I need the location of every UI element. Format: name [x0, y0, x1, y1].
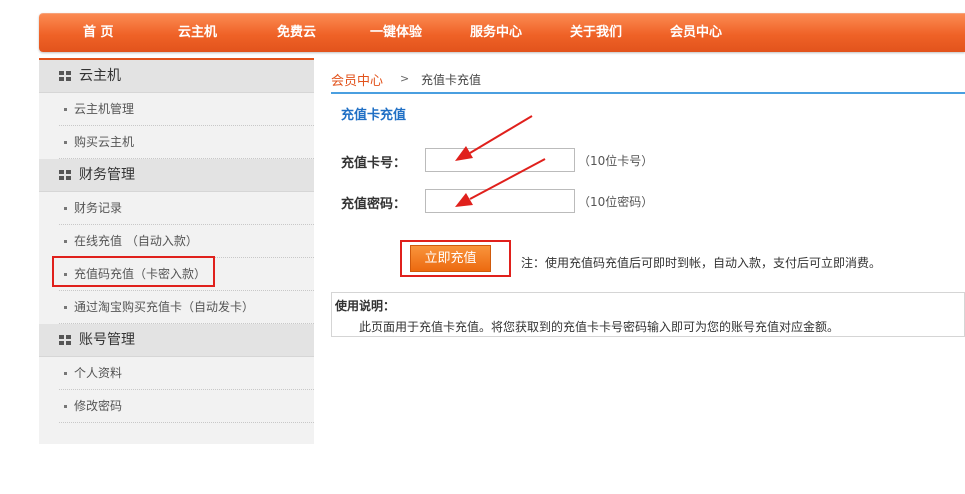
- sidebar-item-buy-cloud-host[interactable]: 购买云主机: [59, 126, 314, 159]
- sidebar-group-label: 财务管理: [79, 167, 135, 183]
- breadcrumb-home-link[interactable]: 会员中心: [331, 70, 383, 89]
- top-navigation: 首 页 云主机 免费云 一键体验 服务中心 关于我们 会员中心: [39, 13, 965, 52]
- sidebar-item-online-recharge[interactable]: 在线充值 （自动入款）: [59, 225, 314, 258]
- sidebar-item-finance-records[interactable]: 财务记录: [59, 192, 314, 225]
- card-number-input[interactable]: [425, 148, 575, 172]
- usage-title: 使用说明：: [335, 299, 396, 313]
- sidebar-item-cloud-host-manage[interactable]: 云主机管理: [59, 93, 314, 126]
- nav-item-home[interactable]: 首 页: [83, 14, 114, 52]
- bullet-icon: [64, 141, 67, 144]
- sidebar-item-code-recharge[interactable]: 充值码充值（卡密入款）: [59, 258, 314, 291]
- grid-icon: [59, 335, 72, 346]
- bullet-icon: [64, 207, 67, 210]
- sidebar-group-account: 账号管理: [39, 324, 314, 357]
- sidebar-group-finance: 财务管理: [39, 159, 314, 192]
- nav-item-member-center[interactable]: 会员中心: [670, 14, 722, 52]
- breadcrumb-separator: >: [400, 72, 410, 85]
- bullet-icon: [64, 306, 67, 309]
- sidebar-item-taobao-recharge-card[interactable]: 通过淘宝购买充值卡（自动发卡）: [59, 291, 314, 324]
- card-number-label: 充值卡号：: [341, 156, 407, 171]
- breadcrumb: 会员中心 > 充值卡充值: [331, 64, 965, 94]
- nav-item-about-us[interactable]: 关于我们: [570, 14, 622, 52]
- nav-item-free-cloud[interactable]: 免费云: [277, 14, 316, 52]
- bullet-icon: [64, 273, 67, 276]
- usage-text: 此页面用于充值卡充值。将您获取到的充值卡卡号密码输入即可为您的账号充值对应金额。: [359, 320, 840, 334]
- grid-icon: [59, 71, 72, 82]
- sidebar-group-label: 账号管理: [79, 332, 135, 348]
- sidebar-item-profile[interactable]: 个人资料: [59, 357, 314, 390]
- sidebar-item-label: 修改密码: [74, 399, 123, 413]
- nav-item-cloud-host[interactable]: 云主机: [178, 14, 217, 52]
- bullet-icon: [64, 240, 67, 243]
- card-number-hint: （10位卡号）: [578, 154, 654, 168]
- usage-instructions: 使用说明： 此页面用于充值卡充值。将您获取到的充值卡卡号密码输入即可为您的账号充…: [331, 292, 965, 337]
- recharge-note: 注：使用充值码充值后可即时到帐，自动入款，支付后可立即消费。: [521, 256, 882, 270]
- breadcrumb-current: 充值卡充值: [421, 73, 482, 87]
- sidebar-group-cloud-host: 云主机: [39, 60, 314, 93]
- sidebar-item-label: 充值码充值（卡密入款）: [74, 267, 207, 281]
- sidebar: 云主机 云主机管理 购买云主机 财务管理 财务记录 在线充值 （自动入款） 充值…: [39, 58, 314, 444]
- sidebar-item-label: 购买云主机: [74, 135, 135, 149]
- sidebar-item-change-password[interactable]: 修改密码: [59, 390, 314, 423]
- sidebar-item-label: 云主机管理: [74, 102, 135, 116]
- nav-item-service-center[interactable]: 服务中心: [470, 14, 522, 52]
- bullet-icon: [64, 372, 67, 375]
- bullet-icon: [64, 108, 67, 111]
- bullet-icon: [64, 405, 67, 408]
- section-title: 充值卡充值: [341, 108, 407, 123]
- grid-icon: [59, 170, 72, 181]
- sidebar-item-label: 财务记录: [74, 201, 123, 215]
- nav-item-one-click-trial[interactable]: 一键体验: [370, 14, 422, 52]
- recharge-now-button[interactable]: 立即充值: [410, 245, 491, 272]
- card-password-label: 充值密码：: [341, 197, 407, 212]
- card-password-input[interactable]: [425, 189, 575, 213]
- card-password-hint: （10位密码）: [578, 195, 654, 209]
- sidebar-item-label: 通过淘宝购买充值卡（自动发卡）: [74, 300, 255, 314]
- sidebar-item-label: 个人资料: [74, 366, 123, 380]
- sidebar-group-label: 云主机: [79, 68, 121, 84]
- sidebar-item-label: 在线充值 （自动入款）: [74, 234, 198, 248]
